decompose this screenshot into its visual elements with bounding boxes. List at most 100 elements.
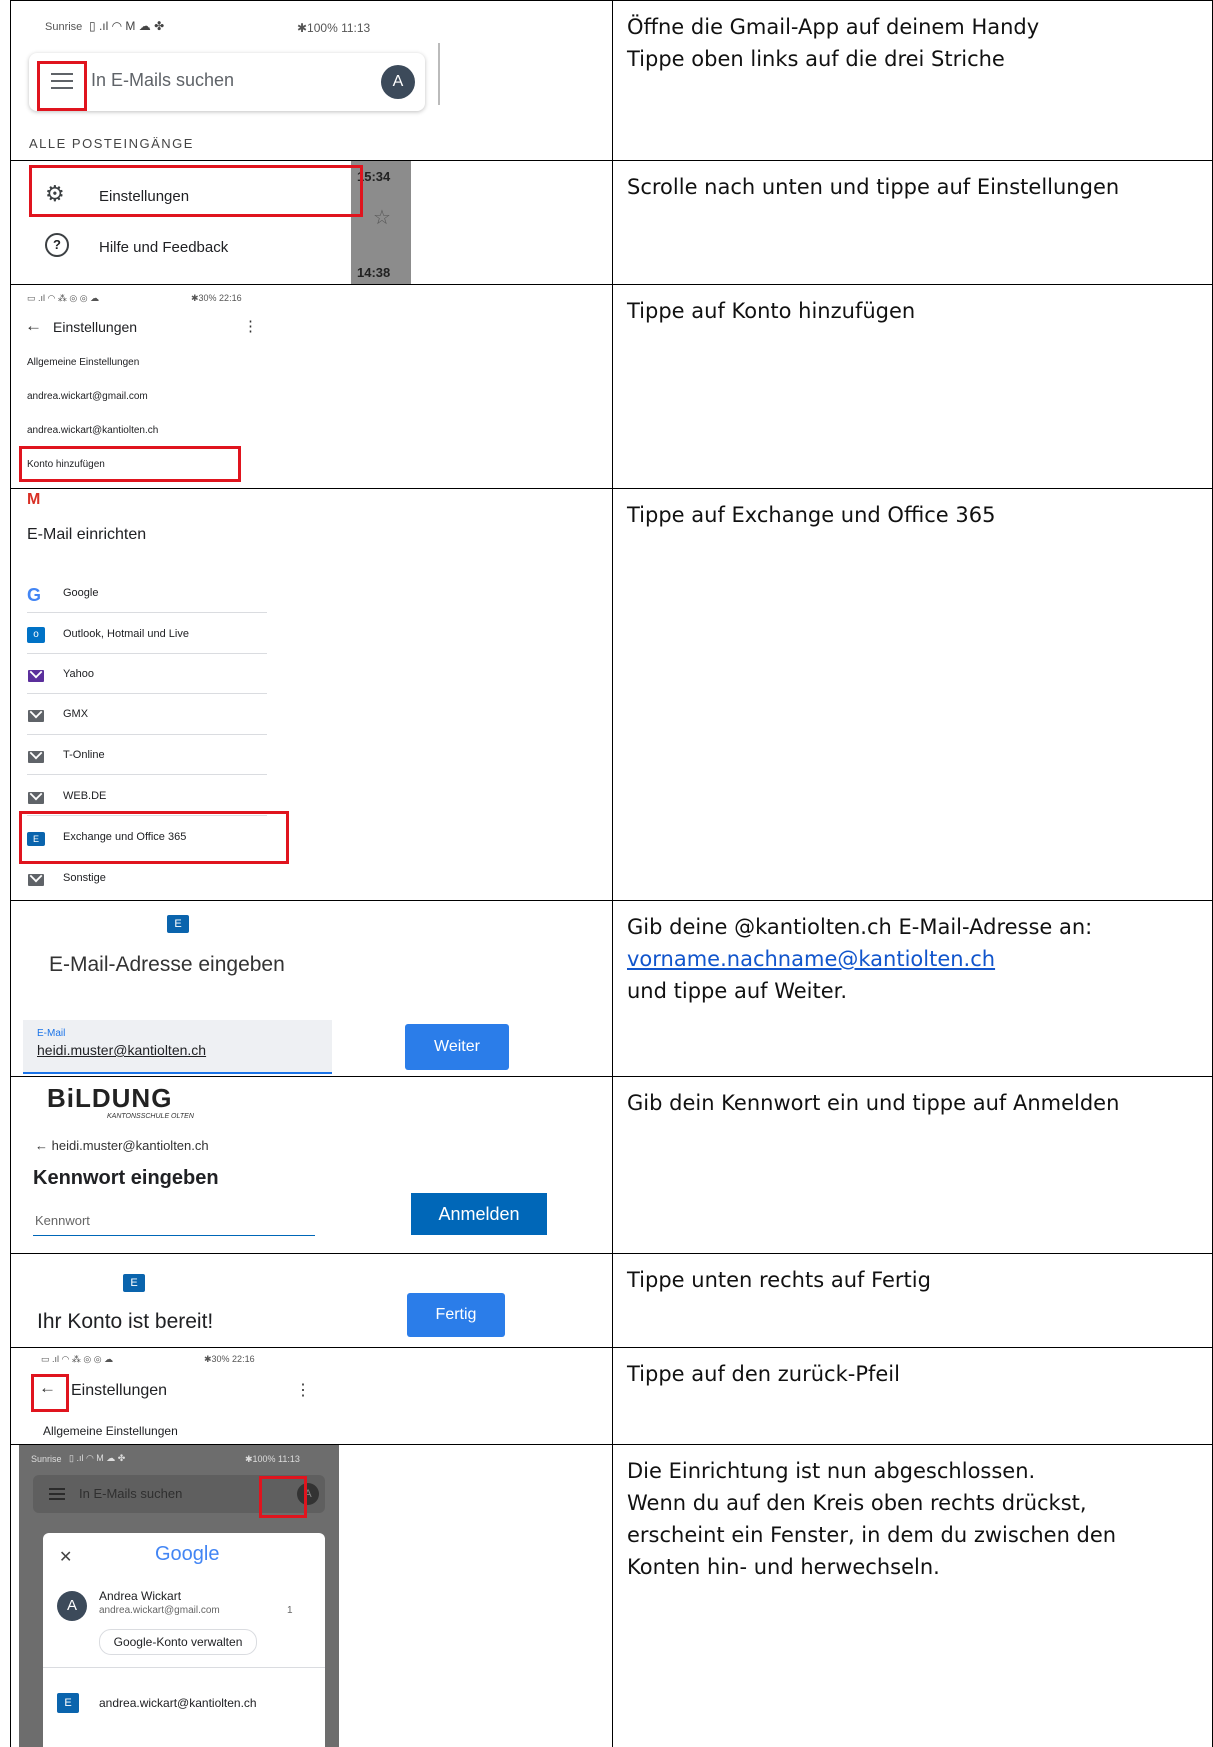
account-avatar[interactable]: A: [381, 65, 415, 99]
back-account[interactable]: ← heidi.muster@kantiolten.ch: [35, 1138, 209, 1153]
time-label: 14:38: [357, 265, 391, 280]
step-row-4: M E-Mail einrichten G Google o Outlook, …: [10, 488, 1213, 901]
cover: [11, 1254, 232, 1256]
mail-icon: [28, 710, 44, 722]
search-bar[interactable]: In E-Mails suchen A: [29, 53, 425, 111]
scroll-indicator: [438, 43, 440, 105]
gmail-logo-icon: M: [27, 491, 41, 508]
status-carrier: Sunrise: [31, 1454, 62, 1464]
step-text-5: Gib deine @kantiolten.ch E-Mail-Adresse …: [612, 901, 1212, 1076]
settings-item[interactable]: andrea.wickart@kantiolten.ch: [27, 425, 158, 436]
account-switcher-panel: ✕ Google A Andrea Wickart andrea.wickart…: [43, 1533, 325, 1747]
email-field-label: E-Mail: [37, 1028, 66, 1039]
unread-count: 1: [287, 1605, 293, 1616]
menu-help[interactable]: Hilfe und Feedback: [99, 239, 228, 256]
step-text-1: Öffne die Gmail-App auf deinem Handy Tip…: [612, 1, 1212, 160]
divider: [27, 612, 267, 613]
provider-item[interactable]: Sonstige: [63, 872, 106, 884]
screenshot-password: BiLDUNG KANTONSSCHULE OLTEN ← heidi.must…: [11, 1077, 612, 1253]
divider: [27, 774, 267, 775]
yahoo-mail-icon: [28, 670, 44, 682]
exchange-icon: E: [123, 1274, 145, 1292]
google-wordmark: Google: [155, 1543, 220, 1565]
mail-icon: [28, 874, 44, 886]
email-title: E-Mail-Adresse eingeben: [49, 953, 285, 976]
settings-title: Einstellungen: [71, 1382, 168, 1399]
mail-icon: [28, 792, 44, 804]
done-button[interactable]: Fertig: [407, 1293, 505, 1337]
highlight-add-account: [19, 446, 241, 482]
overflow-menu-icon[interactable]: ⋮: [243, 317, 258, 335]
step-row-2: 15:34 ☆ 14:38 ⚙ Einstellungen ? Hilfe un…: [10, 160, 1213, 285]
step-row-5: E E-Mail-Adresse eingeben E-Mail heidi.m…: [10, 900, 1213, 1077]
screenshot-account-switcher: Sunrise ▯ .ıl ◠ M ☁ ✤ ✱100% 11:13 In E-M…: [11, 1445, 612, 1747]
close-icon[interactable]: ✕: [59, 1547, 72, 1567]
settings-item[interactable]: andrea.wickart@gmail.com: [27, 391, 148, 402]
screenshot-email-input: E E-Mail-Adresse eingeben E-Mail heidi.m…: [11, 901, 612, 1076]
step-text-7: Tippe unten rechts auf Fertig: [612, 1254, 1212, 1347]
other-account[interactable]: andrea.wickart@kantiolten.ch: [99, 1696, 257, 1710]
highlight-avatar: [259, 1476, 307, 1518]
step-row-3: ▭ .ıl ◠ ⁂ ◎ ◎ ☁ ✱30% 22:16 ← Einstellung…: [10, 284, 1213, 489]
exchange-icon: E: [57, 1693, 79, 1713]
back-arrow-icon[interactable]: ←: [25, 316, 42, 336]
status-battery: ✱100% 11:13: [297, 21, 371, 35]
password-field[interactable]: Kennwort: [33, 1205, 315, 1236]
password-placeholder: Kennwort: [35, 1213, 90, 1228]
step-text-4: Tippe auf Exchange und Office 365: [612, 489, 1212, 900]
step-text-2: Scrolle nach unten und tippe auf Einstel…: [612, 161, 1212, 284]
provider-item[interactable]: Yahoo: [63, 668, 94, 680]
overflow-menu-icon[interactable]: ⋮: [295, 1380, 311, 1400]
highlight-back-arrow: [31, 1374, 69, 1412]
status-carrier: Sunrise: [45, 21, 83, 33]
mail-icon: [28, 751, 44, 763]
step-row-9: Sunrise ▯ .ıl ◠ M ☁ ✤ ✱100% 11:13 In E-M…: [10, 1444, 1213, 1747]
section-label: ALLE POSTEINGÄNGE: [29, 136, 194, 151]
email-format-link[interactable]: vorname.nachname@kantiolten.ch: [627, 947, 995, 971]
step-text-9: Die Einrichtung ist nun abgeschlossen. W…: [612, 1445, 1212, 1747]
step-text-5-line3: und tippe auf Weiter.: [627, 979, 848, 1003]
school-logo: BiLDUNG: [47, 1083, 173, 1113]
settings-title: Einstellungen: [53, 319, 138, 335]
outlook-icon: o: [27, 627, 45, 643]
provider-item[interactable]: T-Online: [63, 749, 105, 761]
divider: [27, 653, 267, 654]
provider-item[interactable]: Google: [63, 587, 98, 599]
screenshot-drawer: 15:34 ☆ 14:38 ⚙ Einstellungen ? Hilfe un…: [11, 161, 612, 284]
step-text-6: Gib dein Kennwort ein und tippe auf Anme…: [612, 1077, 1212, 1253]
search-input[interactable]: In E-Mails suchen: [91, 70, 234, 91]
user-avatar: A: [57, 1591, 87, 1621]
step-text-8: Tippe auf den zurück-Pfeil: [612, 1348, 1212, 1444]
provider-item[interactable]: GMX: [63, 708, 88, 720]
exchange-icon: E: [167, 915, 189, 933]
school-logo-subtitle: KANTONSSCHULE OLTEN: [107, 1113, 194, 1120]
setup-title: E-Mail einrichten: [27, 526, 147, 543]
status-icons: ▭ .ıl ◠ ⁂ ◎ ◎ ☁: [41, 1354, 114, 1364]
provider-item[interactable]: Outlook, Hotmail und Live: [63, 628, 189, 640]
search-input[interactable]: In E-Mails suchen: [79, 1486, 182, 1501]
manage-account-button[interactable]: Google-Konto verwalten: [99, 1629, 257, 1655]
help-icon: ?: [45, 233, 69, 257]
settings-item[interactable]: Allgemeine Einstellungen: [27, 357, 139, 368]
highlight-menu: [37, 61, 87, 111]
user-name: Andrea Wickart: [99, 1589, 182, 1603]
email-field-value[interactable]: heidi.muster@kantiolten.ch: [37, 1042, 206, 1058]
step-row-8: ▭ .ıl ◠ ⁂ ◎ ◎ ☁ ✱30% 22:16 ← Einstellung…: [10, 1347, 1213, 1445]
screenshot-ready: E Ihr Konto ist bereit! Fertig: [11, 1254, 612, 1347]
provider-item[interactable]: WEB.DE: [63, 790, 106, 802]
highlight-exchange: [19, 811, 289, 864]
next-button[interactable]: Weiter: [405, 1024, 509, 1070]
ready-text: Ihr Konto ist bereit!: [37, 1310, 214, 1333]
status-icons: ▭ .ıl ◠ ⁂ ◎ ◎ ☁: [27, 293, 100, 303]
divider: [43, 1667, 325, 1668]
settings-item[interactable]: Allgemeine Einstellungen: [43, 1424, 178, 1438]
status-battery: ✱30% 22:16: [204, 1354, 255, 1364]
screenshot-settings-back: ▭ .ıl ◠ ⁂ ◎ ◎ ☁ ✱30% 22:16 ← Einstellung…: [11, 1348, 612, 1444]
status-battery: ✱30% 22:16: [191, 293, 242, 303]
signin-button[interactable]: Anmelden: [411, 1193, 547, 1235]
menu-icon[interactable]: [49, 1488, 65, 1500]
email-field[interactable]: E-Mail heidi.muster@kantiolten.ch: [23, 1020, 332, 1074]
status-battery: ✱100% 11:13: [245, 1454, 300, 1464]
password-heading: Kennwort eingeben: [33, 1167, 219, 1189]
screenshot-gmail-inbox: Sunrise ▯ .ıl ◠ M ☁ ✤ ✱100% 11:13 In E-M…: [11, 1, 612, 160]
